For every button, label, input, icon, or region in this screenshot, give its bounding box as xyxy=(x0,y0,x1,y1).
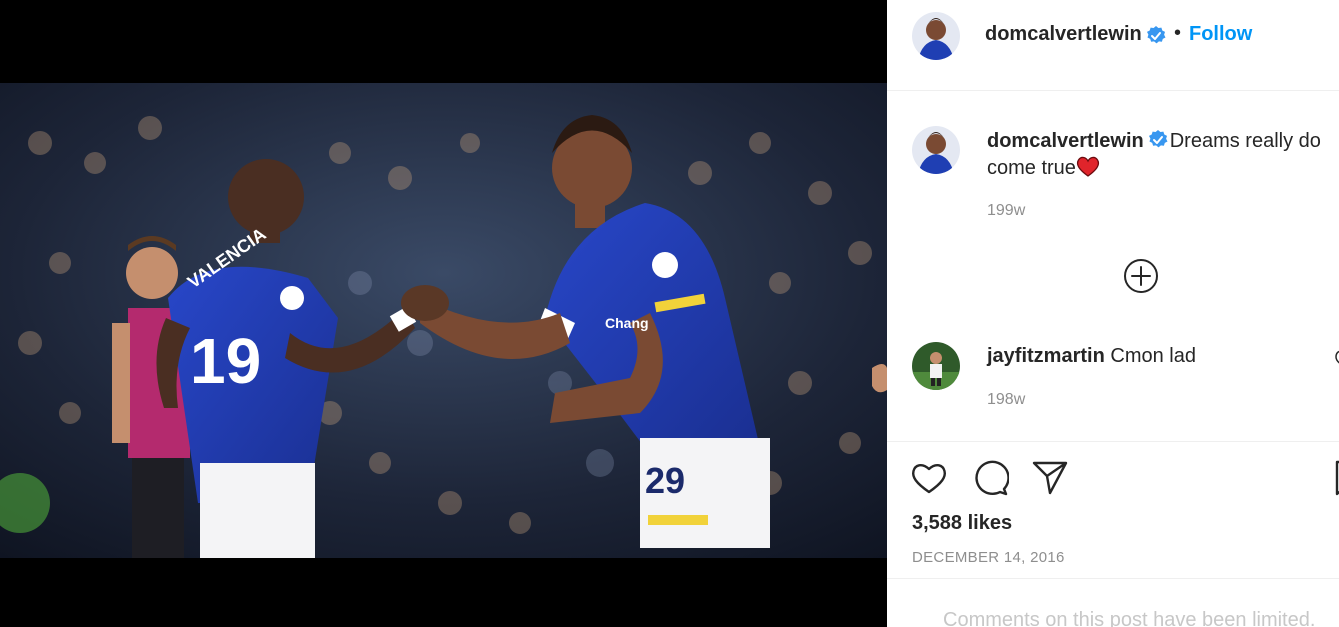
like-heart-icon[interactable] xyxy=(910,459,948,497)
instagram-post-modal: 19 VALENCIA 29 Chang domcalvertlewin • F… xyxy=(0,0,1339,627)
comments-limited-notice: Comments on this post have been limited. xyxy=(887,578,1339,627)
comment-text: jayfitzmartin Cmon lad xyxy=(987,343,1339,370)
comment-username[interactable]: jayfitzmartin xyxy=(987,345,1105,367)
comments-limited-text: Comments on this post have been limited. xyxy=(943,609,1316,627)
post-photo[interactable]: 19 VALENCIA 29 Chang xyxy=(0,83,887,558)
author-username[interactable]: domcalvertlewin xyxy=(985,23,1142,46)
commenter-avatar[interactable] xyxy=(912,342,960,390)
author-avatar[interactable] xyxy=(912,12,960,60)
verified-badge-icon xyxy=(1147,26,1166,44)
svg-text:19: 19 xyxy=(190,325,261,397)
comment-like-icon[interactable] xyxy=(1334,349,1339,365)
header-separator: • xyxy=(1174,22,1182,44)
post-header: domcalvertlewin • Follow xyxy=(887,0,1339,91)
verified-badge-icon xyxy=(1148,130,1168,148)
red-heart-icon xyxy=(1076,156,1100,177)
post-actions: 3,588 likes DECEMBER 14, 2016 xyxy=(887,441,1339,578)
caption-username[interactable]: domcalvertlewin xyxy=(987,130,1144,152)
save-bookmark-icon[interactable] xyxy=(1333,459,1339,497)
comment-timestamp[interactable]: 198w xyxy=(987,391,1025,409)
follow-button[interactable]: Follow xyxy=(1189,23,1252,46)
post-side-panel: domcalvertlewin • Follow domcalvertlewin xyxy=(887,0,1339,627)
share-paper-plane-icon[interactable] xyxy=(1031,459,1069,497)
caption-text: domcalvertlewin Dreams really do come tr… xyxy=(987,128,1339,182)
load-more-comments-icon[interactable] xyxy=(1123,258,1159,294)
caption-timestamp[interactable]: 199w xyxy=(987,202,1025,220)
svg-text:29: 29 xyxy=(645,460,685,501)
likes-count[interactable]: 3,588 likes xyxy=(912,512,1012,535)
post-date[interactable]: DECEMBER 14, 2016 xyxy=(912,549,1065,566)
caption-author-avatar[interactable] xyxy=(912,126,960,174)
comment-body: Cmon lad xyxy=(1110,345,1196,367)
svg-text:Chang: Chang xyxy=(605,315,649,331)
comments-list: domcalvertlewin Dreams really do come tr… xyxy=(887,91,1339,441)
comment-bubble-icon[interactable] xyxy=(971,459,1009,497)
post-media-panel: 19 VALENCIA 29 Chang xyxy=(0,0,887,627)
